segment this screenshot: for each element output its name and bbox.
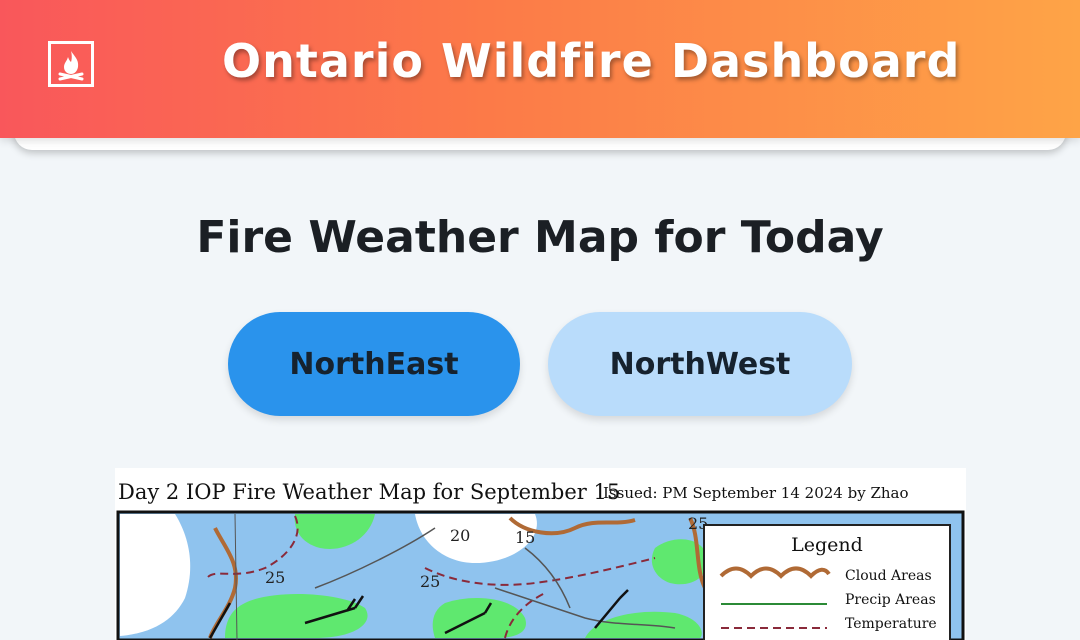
contour-label: 25: [420, 572, 441, 591]
app-header: Ontario Wildfire Dashboard: [0, 0, 1080, 138]
contour-label: 25: [265, 568, 286, 587]
contour-label: 20: [450, 526, 471, 545]
map-caption: Day 2 IOP Fire Weather Map for September…: [118, 480, 621, 504]
map-legend: Legend Cloud Areas Precip Areas Temperat…: [703, 524, 951, 640]
map-issued-text: Issued: PM September 14 2024 by Zhao: [603, 484, 909, 502]
legend-title: Legend: [791, 534, 863, 556]
cloud-areas-swatch: [719, 566, 831, 579]
legend-item-temperature: Temperature: [845, 616, 937, 632]
northwest-button[interactable]: NorthWest: [548, 312, 852, 416]
page-title: Fire Weather Map for Today: [196, 212, 884, 263]
campfire-icon[interactable]: [48, 41, 94, 87]
legend-item-cloud-areas: Cloud Areas: [845, 568, 932, 584]
fire-weather-map[interactable]: 20 15 25 25 25 Day 2 IOP Fire Weather Ma…: [115, 468, 966, 640]
legend-swatches: [719, 566, 831, 629]
contour-label: 15: [515, 528, 536, 547]
legend-item-precip-areas: Precip Areas: [845, 592, 936, 608]
northeast-button[interactable]: NorthEast: [228, 312, 520, 416]
app-title: Ontario Wildfire Dashboard: [222, 34, 961, 88]
